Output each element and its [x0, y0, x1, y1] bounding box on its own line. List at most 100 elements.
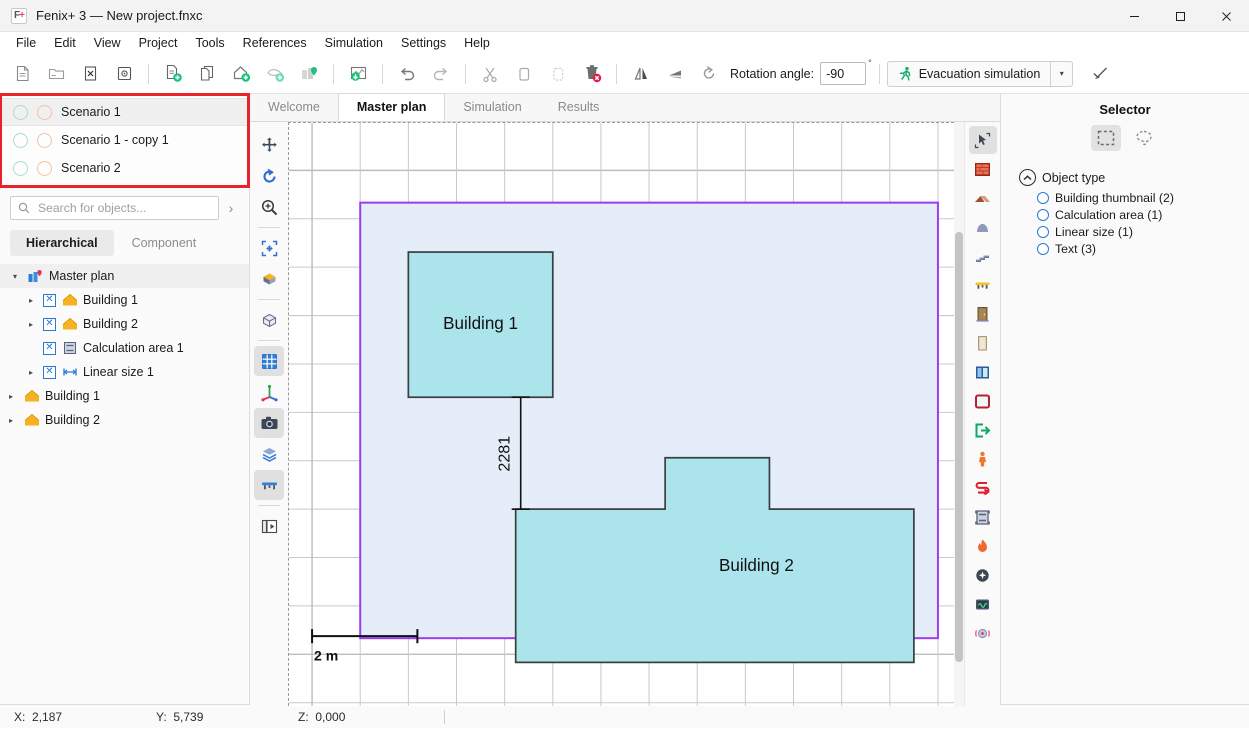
- object-type-group-header[interactable]: Object type: [1001, 169, 1249, 186]
- twisty-collapsed-icon[interactable]: ▸: [24, 368, 38, 377]
- menu-simulation[interactable]: Simulation: [316, 34, 392, 52]
- open-folder-icon[interactable]: [39, 58, 73, 90]
- twisty-collapsed-icon[interactable]: ▸: [24, 320, 38, 329]
- object-type-item-text[interactable]: Text (3): [1001, 240, 1249, 257]
- select-cursor-icon[interactable]: [969, 126, 997, 154]
- radio-icon[interactable]: [1037, 209, 1049, 221]
- visibility-checkbox[interactable]: ✕: [43, 342, 56, 355]
- twisty-collapsed-icon[interactable]: ▸: [24, 296, 38, 305]
- add-floor-icon[interactable]: [156, 58, 190, 90]
- undo-icon[interactable]: [390, 58, 424, 90]
- object-type-item-calculation-area[interactable]: Calculation area (1): [1001, 206, 1249, 223]
- pan-move-icon[interactable]: [254, 130, 284, 160]
- radio-icon[interactable]: [1037, 226, 1049, 238]
- cut-icon[interactable]: [473, 58, 507, 90]
- master-plan-icon[interactable]: [292, 58, 326, 90]
- close-document-icon[interactable]: [73, 58, 107, 90]
- tree-item-building-1-root[interactable]: ▸ Building 1: [0, 384, 249, 408]
- menu-settings[interactable]: Settings: [392, 34, 455, 52]
- solid-view-icon[interactable]: [254, 264, 284, 294]
- window-icon[interactable]: [969, 358, 997, 386]
- chevron-up-icon[interactable]: [1019, 169, 1036, 186]
- furniture-icon[interactable]: [254, 470, 284, 500]
- tab-welcome[interactable]: Welcome: [250, 94, 338, 121]
- sensor-icon[interactable]: [969, 561, 997, 589]
- object-type-item-linear-size[interactable]: Linear size (1): [1001, 223, 1249, 240]
- twisty-collapsed-icon[interactable]: ▸: [4, 392, 18, 401]
- camera-icon[interactable]: [254, 408, 284, 438]
- redo-icon[interactable]: [424, 58, 458, 90]
- roof-icon[interactable]: [969, 184, 997, 212]
- rectangle-select-icon[interactable]: [1091, 125, 1121, 151]
- rotate-icon[interactable]: [692, 58, 726, 90]
- minimize-button[interactable]: [1111, 0, 1157, 32]
- grid-toggle-icon[interactable]: [254, 346, 284, 376]
- wireframe-box-icon[interactable]: [254, 305, 284, 335]
- tab-master-plan[interactable]: Master plan: [338, 93, 445, 121]
- terrain-icon[interactable]: [969, 213, 997, 241]
- new-document-icon[interactable]: [5, 58, 39, 90]
- tab-simulation[interactable]: Simulation: [445, 94, 539, 121]
- layers-icon[interactable]: [254, 439, 284, 469]
- tree-item-linear-size-1[interactable]: ▸ ✕ Linear size 1: [0, 360, 249, 384]
- evacuation-simulation-button[interactable]: Evacuation simulation: [887, 61, 1052, 87]
- opening-icon[interactable]: [969, 329, 997, 357]
- search-input-wrapper[interactable]: [10, 196, 219, 220]
- tree-item-calculation-area-1[interactable]: ✕ Calculation area 1: [0, 336, 249, 360]
- stairs-icon[interactable]: [969, 242, 997, 270]
- tree-item-building-2-root[interactable]: ▸ Building 2: [0, 408, 249, 432]
- search-input[interactable]: [36, 200, 211, 216]
- tab-hierarchical[interactable]: Hierarchical: [10, 230, 114, 256]
- evacuation-path-icon[interactable]: [969, 474, 997, 502]
- axes-icon[interactable]: [254, 377, 284, 407]
- presentation-icon[interactable]: [254, 511, 284, 541]
- copy-icon[interactable]: [507, 58, 541, 90]
- menu-edit[interactable]: Edit: [45, 34, 85, 52]
- menu-references[interactable]: References: [234, 34, 316, 52]
- master-plan-canvas[interactable]: Building 1 Building 2 2281: [288, 122, 954, 706]
- scrollbar-thumb[interactable]: [955, 232, 963, 662]
- menu-file[interactable]: File: [7, 34, 45, 52]
- maximize-button[interactable]: [1157, 0, 1203, 32]
- lasso-select-icon[interactable]: [1129, 125, 1159, 151]
- menu-help[interactable]: Help: [455, 34, 499, 52]
- scenario-item-1[interactable]: Scenario 1: [2, 98, 247, 126]
- door-icon[interactable]: [969, 300, 997, 328]
- alarm-icon[interactable]: [969, 619, 997, 647]
- copy-floor-icon[interactable]: [190, 58, 224, 90]
- visibility-checkbox[interactable]: ✕: [43, 294, 56, 307]
- person-icon[interactable]: [969, 445, 997, 473]
- detector-icon[interactable]: [969, 590, 997, 618]
- visibility-checkbox[interactable]: ✕: [43, 366, 56, 379]
- import-drawing-icon[interactable]: [341, 58, 375, 90]
- tree-item-building-1[interactable]: ▸ ✕ Building 1: [0, 288, 249, 312]
- mirror-horizontal-icon[interactable]: [624, 58, 658, 90]
- search-expand-icon[interactable]: ›: [223, 200, 239, 216]
- scenario-item-3[interactable]: Scenario 2: [2, 154, 247, 182]
- menu-project[interactable]: Project: [130, 34, 187, 52]
- tree-item-building-2[interactable]: ▸ ✕ Building 2: [0, 312, 249, 336]
- mirror-vertical-icon[interactable]: [658, 58, 692, 90]
- fit-to-screen-icon[interactable]: [254, 233, 284, 263]
- add-terrain-icon[interactable]: [258, 58, 292, 90]
- validate-icon[interactable]: [1083, 58, 1117, 90]
- menu-view[interactable]: View: [85, 34, 130, 52]
- rotate-view-icon[interactable]: [254, 161, 284, 191]
- visibility-checkbox[interactable]: ✕: [43, 318, 56, 331]
- paste-icon[interactable]: [541, 58, 575, 90]
- canvas-vertical-scrollbar[interactable]: [954, 122, 964, 706]
- scenario-item-2[interactable]: Scenario 1 - copy 1: [2, 126, 247, 154]
- calculation-area-icon[interactable]: [969, 503, 997, 531]
- fire-source-icon[interactable]: [969, 532, 997, 560]
- rotation-angle-input[interactable]: [820, 62, 866, 85]
- twisty-expanded-icon[interactable]: ▾: [8, 272, 22, 281]
- add-building-icon[interactable]: [224, 58, 258, 90]
- radio-icon[interactable]: [1037, 192, 1049, 204]
- room-icon[interactable]: [969, 387, 997, 415]
- table-icon[interactable]: [969, 271, 997, 299]
- save-icon[interactable]: [107, 58, 141, 90]
- twisty-collapsed-icon[interactable]: ▸: [4, 416, 18, 425]
- object-type-item-building-thumbnail[interactable]: Building thumbnail (2): [1001, 189, 1249, 206]
- close-button[interactable]: [1203, 0, 1249, 32]
- wall-brick-icon[interactable]: [969, 155, 997, 183]
